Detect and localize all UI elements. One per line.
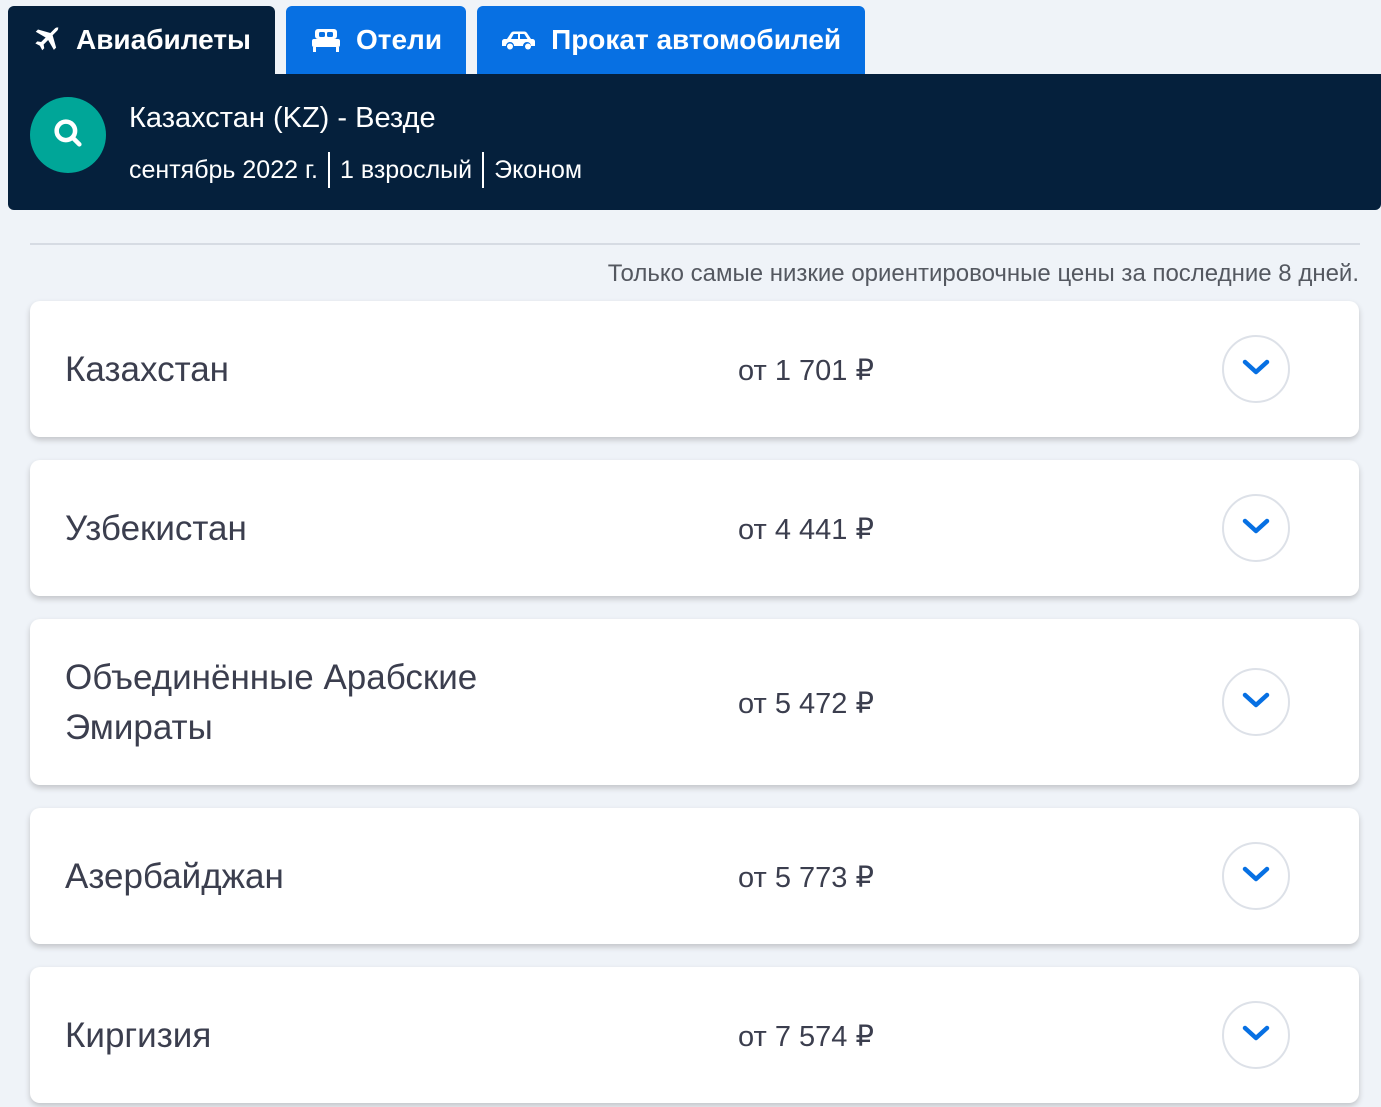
result-country: Киргизия	[65, 1016, 212, 1055]
search-date: сентябрь 2022 г.	[129, 155, 318, 184]
tab-hotels-label: Отели	[355, 24, 443, 55]
result-price: от 7 574 ₽	[738, 1021, 874, 1053]
vertical-tabs: Авиабилеты Отели Прокат автомобилей	[8, 6, 866, 74]
result-card-azerbaijan[interactable]: Азербайджан от 5 773 ₽	[30, 808, 1359, 944]
divider	[30, 243, 1360, 245]
chevron-down-icon	[1241, 865, 1271, 888]
tab-flights-label: Авиабилеты	[76, 24, 251, 55]
separator	[482, 152, 485, 188]
plane-icon	[32, 25, 62, 55]
tab-car-hire-label: Прокат автомобилей	[551, 24, 842, 55]
result-price: от 4 441 ₽	[738, 514, 874, 546]
price-disclaimer: Только самые низкие ориентировочные цены…	[607, 260, 1359, 287]
tab-car-hire[interactable]: Прокат автомобилей	[477, 6, 866, 74]
result-country: Казахстан	[65, 350, 230, 389]
chevron-down-icon	[1241, 517, 1271, 540]
search-summary: Казахстан (KZ) - Везде сентябрь 2022 г. …	[8, 74, 1381, 210]
expand-button[interactable]	[1222, 1001, 1290, 1069]
search-route[interactable]: Казахстан (KZ) - Везде	[129, 102, 436, 135]
result-price: от 5 472 ₽	[738, 688, 874, 720]
result-price: от 1 701 ₽	[738, 355, 874, 387]
result-card-kyrgyzstan[interactable]: Киргизия от 7 574 ₽	[30, 967, 1359, 1103]
chevron-down-icon	[1241, 691, 1271, 714]
expand-button[interactable]	[1222, 668, 1290, 736]
expand-button[interactable]	[1222, 335, 1290, 403]
car-icon	[501, 28, 537, 52]
chevron-down-icon	[1241, 1024, 1271, 1047]
search-travellers: 1 взрослый	[339, 155, 473, 184]
result-card-kazakhstan[interactable]: Казахстан от 1 701 ₽	[30, 301, 1359, 437]
result-price: от 5 773 ₽	[738, 862, 874, 894]
expand-button[interactable]	[1222, 842, 1290, 910]
expand-button[interactable]	[1222, 494, 1290, 562]
result-card-uae[interactable]: Объединённые Арабские Эмираты от 5 472 ₽	[30, 619, 1359, 785]
bed-icon	[310, 25, 342, 55]
search-button[interactable]	[30, 97, 106, 173]
search-details[interactable]: сентябрь 2022 г. 1 взрослый Эконом	[129, 152, 582, 188]
search-cabin: Эконом	[494, 155, 583, 184]
chevron-down-icon	[1241, 358, 1271, 381]
result-country: Узбекистан	[65, 509, 247, 548]
result-card-uzbekistan[interactable]: Узбекистан от 4 441 ₽	[30, 460, 1359, 596]
result-country: Азербайджан	[65, 857, 284, 896]
tab-flights[interactable]: Авиабилеты	[8, 6, 275, 74]
tab-hotels[interactable]: Отели	[285, 6, 467, 74]
separator	[327, 152, 330, 188]
result-country: Объединённые Арабские Эмираты	[65, 658, 478, 747]
search-icon	[51, 116, 85, 155]
